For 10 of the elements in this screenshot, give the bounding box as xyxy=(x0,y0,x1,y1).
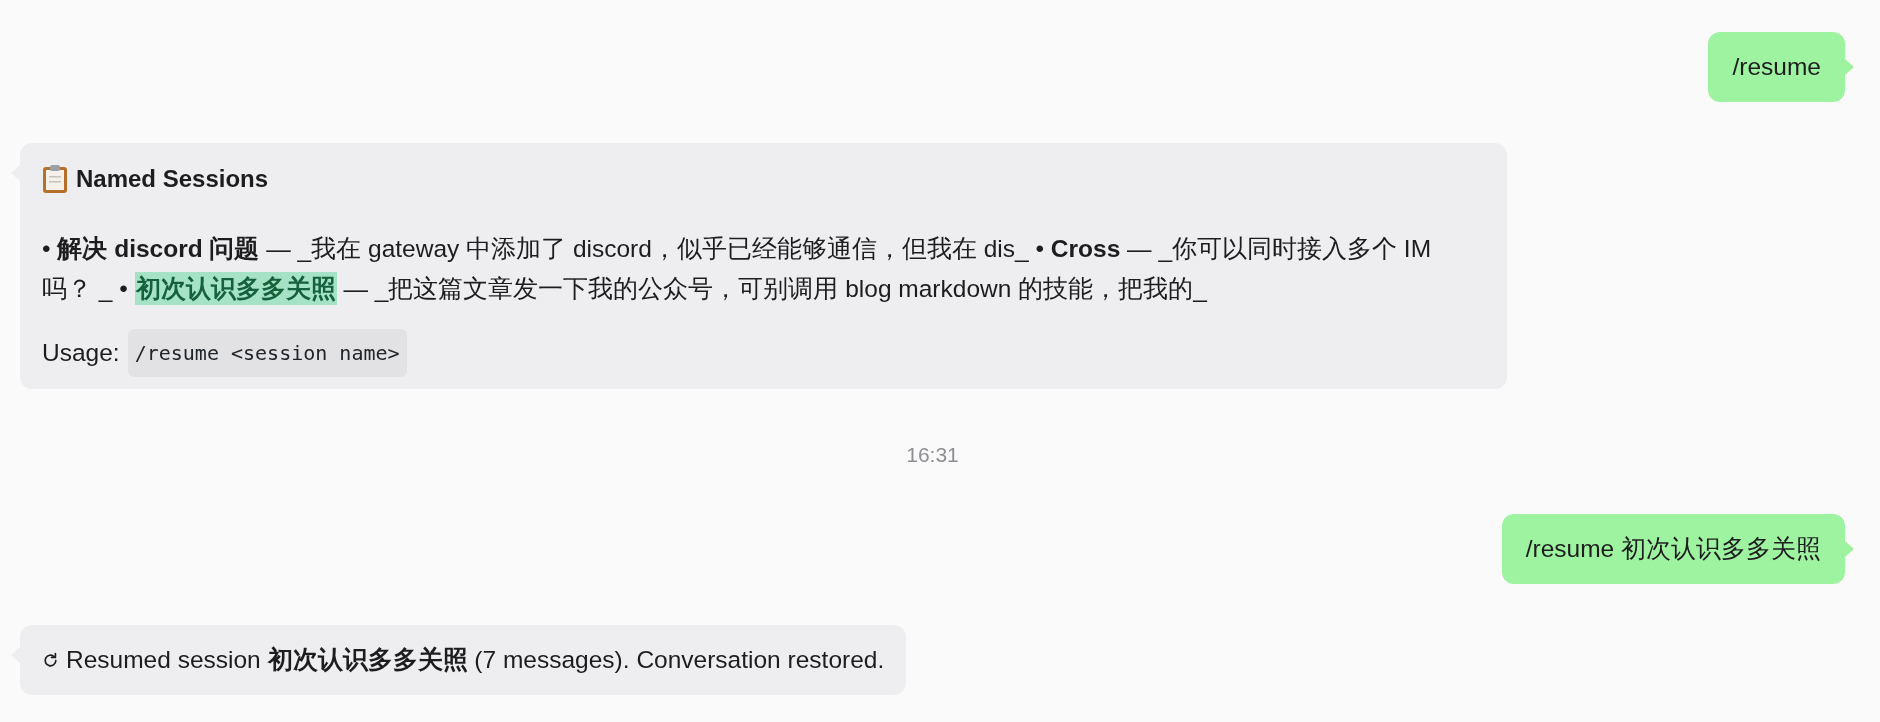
card-title: Named Sessions xyxy=(76,164,269,194)
session-list-text: • 解决 discord 问题 — _我在 gateway 中添加了 discord，似乎已经能够通信，但我在 dis_ • Cross — _你可以同时接入多个 IM 吗？ _ • 初次认识多多关照 — _把这篇文章发一下我的公众号，可别调用 blog markdown 的技能，把我的_ xyxy=(42,229,1483,309)
clipboard-icon xyxy=(42,164,68,194)
timestamp: 16:31 xyxy=(906,443,959,467)
command-code: /resume <session name> xyxy=(127,329,407,377)
usage-label: Usage: xyxy=(42,338,120,368)
user-message-bubble: /resume 初次认识多多关照 xyxy=(1501,514,1854,584)
refresh-icon xyxy=(42,651,59,669)
user-message-bubble: /resume xyxy=(1708,32,1854,102)
status-text: Resumed session 初次认识多多关照 (7 messages). Conversation restored. xyxy=(66,645,885,675)
